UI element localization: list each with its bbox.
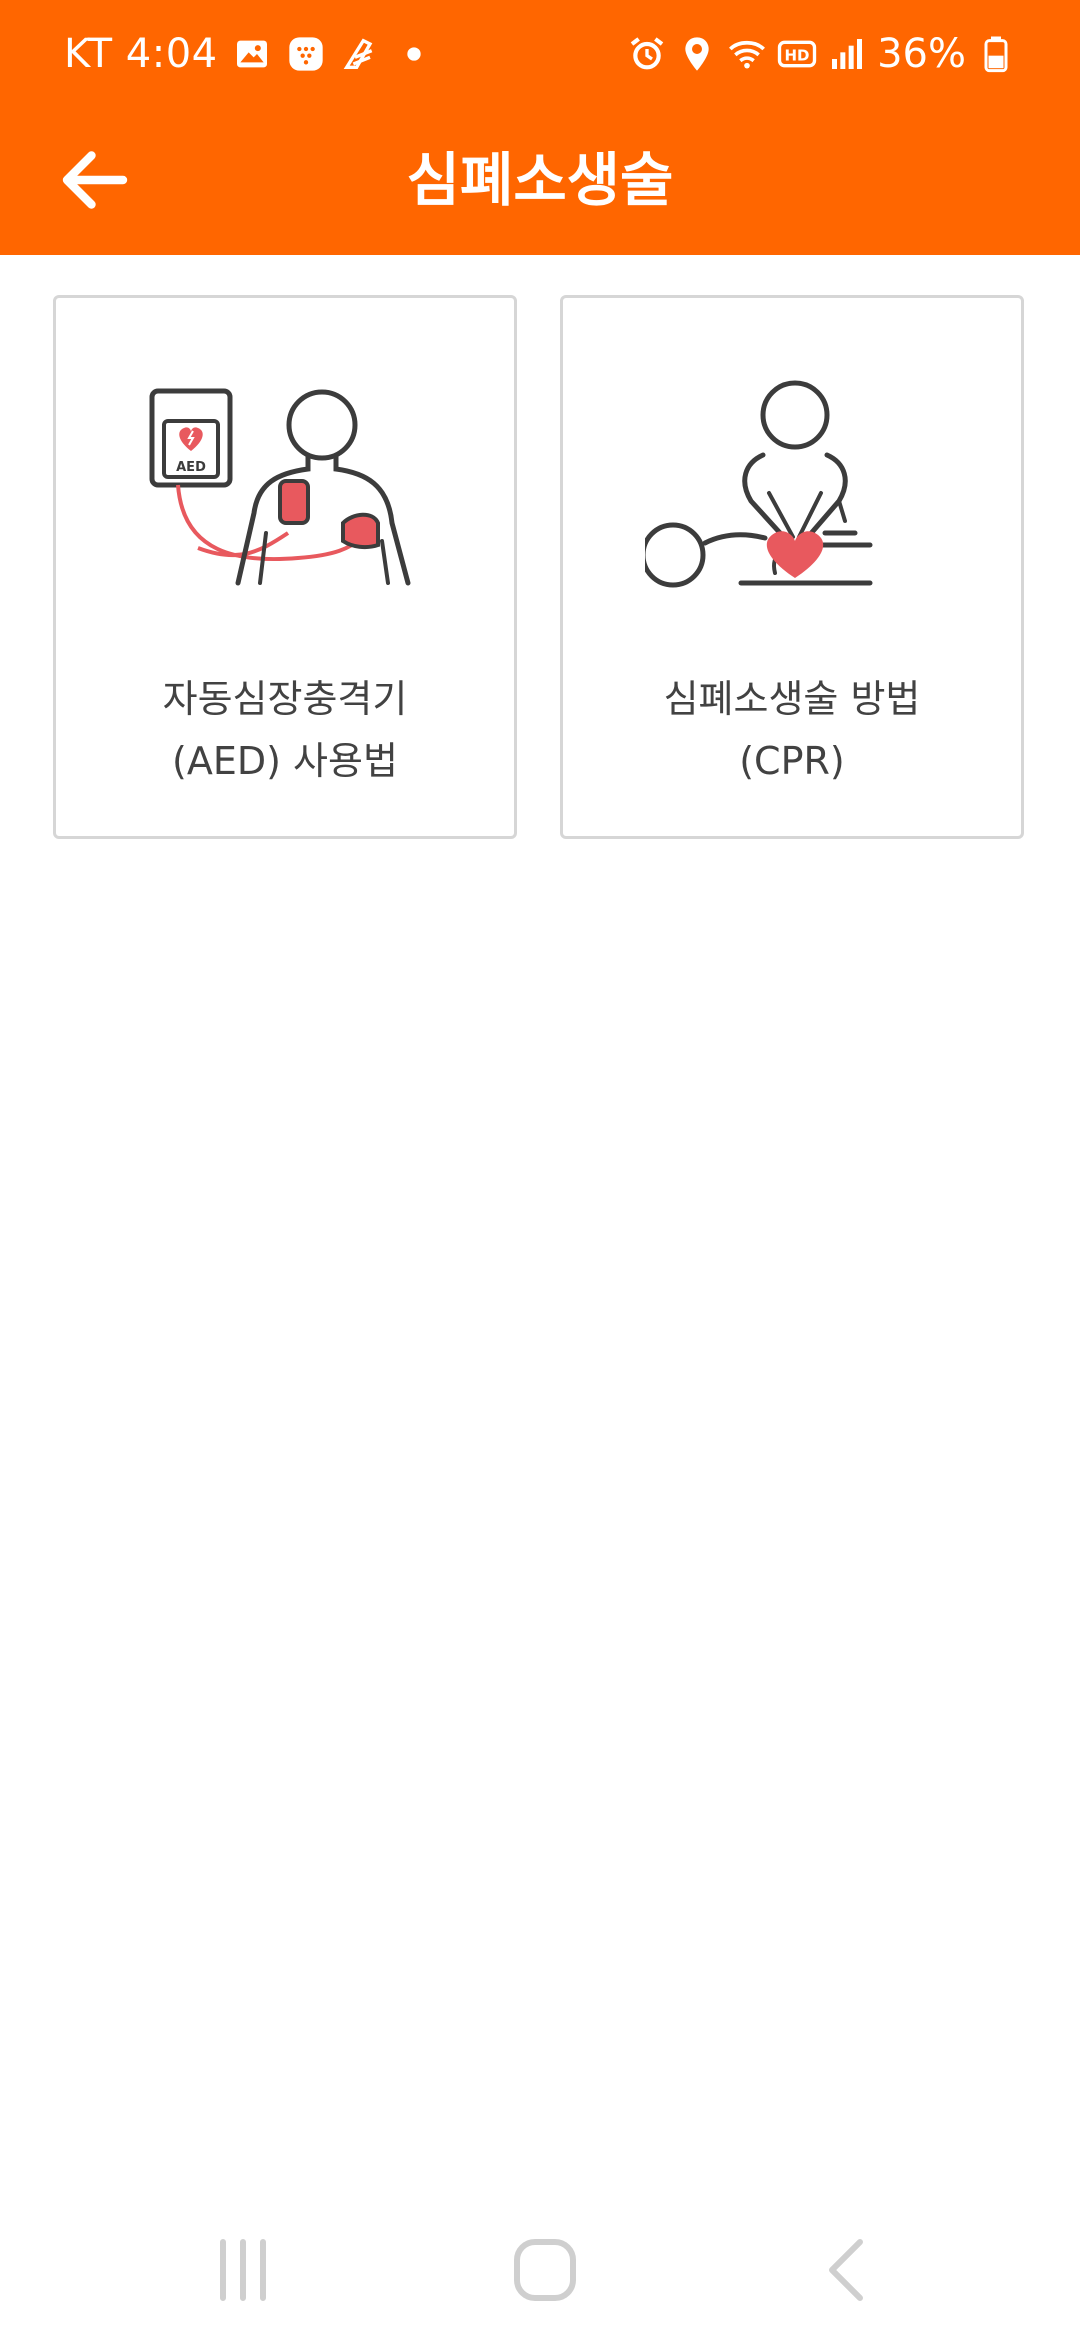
status-carrier-time: KT 4:04 [64,31,218,77]
status-bar: KT 4:04 HD 36% [0,0,1080,105]
home-button[interactable] [505,2230,585,2310]
alarm-icon [627,34,667,74]
nav-back-button[interactable] [808,2230,888,2310]
dot-icon [394,34,434,74]
recents-icon [220,2239,266,2301]
battery-icon [976,34,1016,74]
navigation-bar [0,2200,1080,2340]
aed-device-label: AED [176,460,206,475]
app-icon [340,34,380,74]
messenger-icon [286,34,326,74]
image-icon [232,34,272,74]
page-title: 심폐소생술 [406,146,674,214]
aed-card[interactable]: AED 자동심장충격기 (AED) 사용법 [53,295,517,839]
home-icon [514,2239,576,2301]
hd-icon: HD [777,34,817,74]
signal-icon [827,34,867,74]
cpr-card-line1: 심폐소생술 방법 [663,677,921,721]
aed-illustration-icon: AED [138,373,438,613]
aed-card-line1: 자동심장충격기 [162,677,408,721]
svg-text:HD: HD [785,47,810,65]
header: KT 4:04 HD 36% 심폐소생술 [0,0,1080,255]
time-label: 4:04 [125,31,218,77]
aed-card-label: 자동심장충격기 (AED) 사용법 [56,668,514,792]
carrier-label: KT [64,31,113,77]
cpr-card-label: 심폐소생술 방법 (CPR) [563,668,1021,792]
status-left: KT 4:04 [64,24,434,84]
cpr-illustration-icon [645,373,945,613]
aed-card-line2: (AED) 사용법 [172,739,398,783]
nav-back-icon [829,2239,863,2301]
cpr-card[interactable]: 심폐소생술 방법 (CPR) [560,295,1024,839]
battery-percent: 36% [877,31,966,77]
recents-button[interactable] [203,2230,283,2310]
status-right: HD 36% [627,24,1016,84]
wifi-icon [727,34,767,74]
location-icon [677,34,717,74]
app-bar: 심폐소생술 [0,105,1080,255]
cpr-card-line2: (CPR) [739,739,845,783]
